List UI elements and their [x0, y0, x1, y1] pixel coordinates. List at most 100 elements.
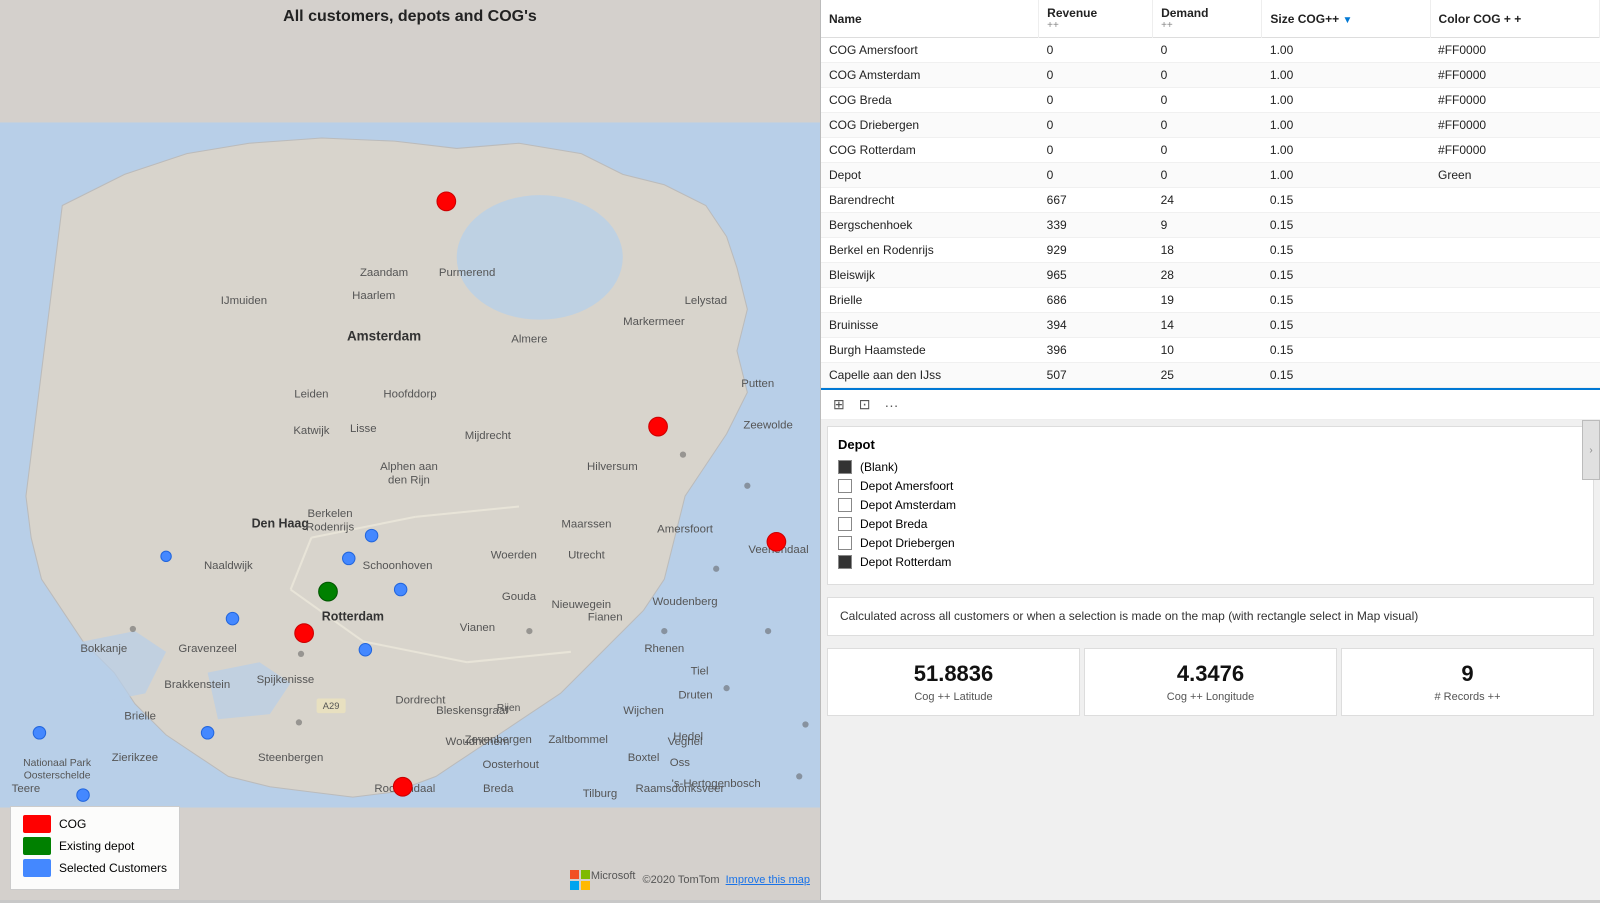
svg-text:Vianen: Vianen [460, 622, 495, 634]
svg-text:Tiel: Tiel [691, 666, 709, 678]
depot-checkbox[interactable] [838, 498, 852, 512]
svg-text:Rijen: Rijen [497, 703, 521, 714]
kpi-latitude-label: Cog ++ Latitude [838, 691, 1069, 703]
svg-text:Spijkenisse: Spijkenisse [257, 674, 315, 686]
cell-color-cog [1430, 363, 1599, 388]
cell-demand: 0 [1153, 88, 1262, 113]
cell-name: COG Amsterdam [821, 63, 1039, 88]
svg-text:Fianen: Fianen [588, 612, 623, 624]
map-canvas[interactable]: A29 Amsterdam Den Haag Rotterdam Almere … [0, 30, 820, 900]
microsoft-logo: Microsoft [570, 870, 636, 890]
table-row: COG Rotterdam001.00#FF0000 [821, 138, 1600, 163]
svg-text:Woerden: Woerden [491, 549, 537, 561]
cell-revenue: 0 [1039, 113, 1153, 138]
cell-color-cog: Green [1430, 163, 1599, 188]
cell-demand: 0 [1153, 113, 1262, 138]
cell-name: COG Amersfoort [821, 38, 1039, 63]
cell-demand: 0 [1153, 38, 1262, 63]
depot-checkbox[interactable] [838, 517, 852, 531]
cell-color-cog [1430, 288, 1599, 313]
depot-marker [319, 582, 338, 601]
depot-filter-item[interactable]: Depot Rotterdam [838, 555, 1583, 569]
table-row: Bleiswijk965280.15 [821, 263, 1600, 288]
svg-text:Purmerend: Purmerend [439, 267, 495, 279]
right-edge-tab[interactable]: › [1582, 420, 1600, 480]
cell-revenue: 0 [1039, 138, 1153, 163]
svg-text:Gravenzeel: Gravenzeel [178, 643, 236, 655]
more-options-icon[interactable]: ··· [880, 395, 902, 415]
cell-revenue: 667 [1039, 188, 1153, 213]
svg-text:Nationaal Park: Nationaal Park [23, 758, 92, 769]
cell-demand: 9 [1153, 213, 1262, 238]
col-color-cog[interactable]: Color COG + + [1430, 0, 1599, 38]
depot-filter-item[interactable]: (Blank) [838, 460, 1583, 474]
col-demand[interactable]: Demand++ [1153, 0, 1262, 38]
cell-revenue: 0 [1039, 163, 1153, 188]
svg-text:IJmuiden: IJmuiden [221, 295, 267, 307]
table-header-row: Name Revenue++ Demand++ Size COG++ ▼ Col… [821, 0, 1600, 38]
svg-text:'s-Hertogenbosch: 's-Hertogenbosch [672, 778, 761, 790]
depot-filter-label: Depot Amsterdam [860, 498, 956, 512]
svg-text:Oss: Oss [670, 757, 691, 769]
cell-name: COG Driebergen [821, 113, 1039, 138]
svg-text:Zaltbommel: Zaltbommel [548, 734, 608, 746]
map-legend: COG Existing depot Selected Customers [10, 806, 180, 890]
cell-color-cog [1430, 313, 1599, 338]
svg-text:Haarlem: Haarlem [352, 290, 395, 302]
depot-filter-item[interactable]: Depot Amsterdam [838, 498, 1583, 512]
svg-text:Utrecht: Utrecht [568, 549, 606, 561]
table-row: COG Amersfoort001.00#FF0000 [821, 38, 1600, 63]
kpi-longitude-value: 4.3476 [1095, 661, 1326, 687]
cell-revenue: 339 [1039, 213, 1153, 238]
depot-filter-section: Depot (Blank)Depot AmersfoortDepot Amste… [827, 426, 1594, 585]
cell-color-cog [1430, 213, 1599, 238]
customers-swatch [23, 859, 51, 877]
map-credit: Microsoft ©2020 TomTom Improve this map [570, 870, 810, 890]
depot-checkbox[interactable] [838, 460, 852, 474]
table-row: Burgh Haamstede396100.15 [821, 338, 1600, 363]
cell-revenue: 396 [1039, 338, 1153, 363]
cell-demand: 0 [1153, 63, 1262, 88]
depot-filter-item[interactable]: Depot Driebergen [838, 536, 1583, 550]
cell-name: Brielle [821, 288, 1039, 313]
data-table-section: Name Revenue++ Demand++ Size COG++ ▼ Col… [821, 0, 1600, 390]
svg-text:Alphen aan: Alphen aan [380, 461, 438, 473]
depot-filter-item[interactable]: Depot Breda [838, 517, 1583, 531]
col-revenue[interactable]: Revenue++ [1039, 0, 1153, 38]
table-row: Capelle aan den IJss507250.15 [821, 363, 1600, 388]
cell-color-cog: #FF0000 [1430, 113, 1599, 138]
cell-color-cog [1430, 338, 1599, 363]
svg-text:Tilburg: Tilburg [583, 788, 617, 800]
table-view-icon[interactable]: ⊡ [855, 394, 875, 415]
svg-text:Oosterschelde: Oosterschelde [24, 770, 91, 781]
cell-size-cog: 0.15 [1262, 338, 1430, 363]
table-row: COG Breda001.00#FF0000 [821, 88, 1600, 113]
map-title: All customers, depots and COG's [0, 8, 820, 26]
depot-checkbox[interactable] [838, 555, 852, 569]
cog-rotterdam-marker [295, 624, 314, 643]
improve-map-link[interactable]: Improve this map [726, 874, 810, 886]
map-panel: All customers, depots and COG's A29 [0, 0, 820, 900]
legend-depot-label: Existing depot [59, 839, 134, 853]
cell-demand: 28 [1153, 263, 1262, 288]
svg-text:Rodenrijs: Rodenrijs [306, 521, 354, 533]
svg-text:Woudenberg: Woudenberg [653, 596, 718, 608]
kpi-longitude-label: Cog ++ Longitude [1095, 691, 1326, 703]
cell-name: Burgh Haamstede [821, 338, 1039, 363]
cell-size-cog: 1.00 [1262, 63, 1430, 88]
col-name[interactable]: Name [821, 0, 1039, 38]
kpi-records-label: # Records ++ [1352, 691, 1583, 703]
depot-checkbox[interactable] [838, 536, 852, 550]
cell-demand: 14 [1153, 313, 1262, 338]
table-row: Barendrecht667240.15 [821, 188, 1600, 213]
cog-swatch [23, 815, 51, 833]
cell-size-cog: 0.15 [1262, 263, 1430, 288]
cell-demand: 10 [1153, 338, 1262, 363]
col-size-cog[interactable]: Size COG++ ▼ [1262, 0, 1430, 38]
filter-icon[interactable]: ⊞ [829, 394, 849, 415]
kpi-longitude: 4.3476 Cog ++ Longitude [1084, 648, 1337, 716]
depot-checkbox[interactable] [838, 479, 852, 493]
svg-text:Lelystad: Lelystad [685, 295, 727, 307]
depot-filter-item[interactable]: Depot Amersfoort [838, 479, 1583, 493]
svg-text:Amersfoort: Amersfoort [657, 523, 714, 535]
